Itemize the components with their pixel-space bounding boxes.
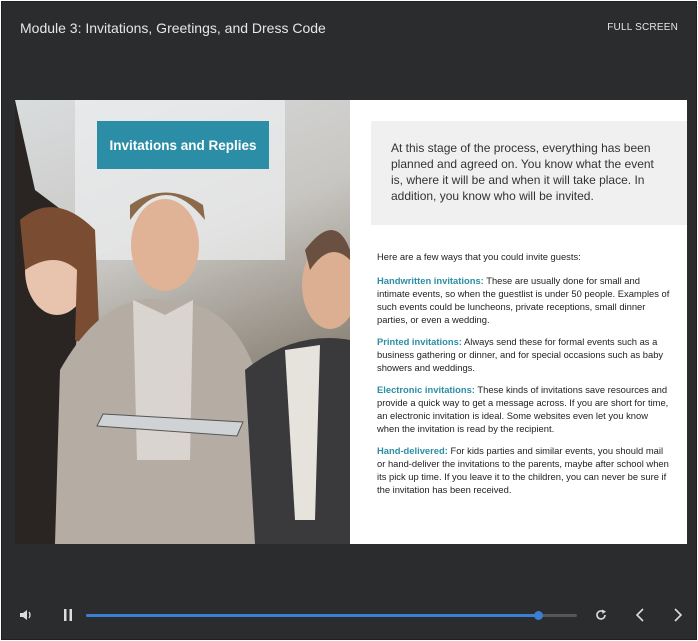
player-controls [2, 593, 696, 639]
fullscreen-button[interactable]: FULL SCREEN [607, 22, 678, 33]
player-frame: Module 3: Invitations, Greetings, and Dr… [1, 1, 697, 640]
list-item: Handwritten invitations: These are usual… [377, 274, 672, 326]
item-term: Electronic invitations: [377, 384, 475, 395]
chevron-right-icon[interactable] [668, 605, 688, 625]
progress-handle[interactable] [533, 611, 543, 620]
module-title: Module 3: Invitations, Greetings, and Dr… [20, 20, 326, 36]
item-term: Hand-delivered: [377, 445, 448, 456]
list-item: Electronic invitations: These kinds of i… [377, 383, 672, 435]
list-item: Printed invitations: Always send these f… [377, 335, 672, 374]
item-term: Handwritten invitations: [377, 275, 484, 286]
slide-title: Invitations and Replies [97, 121, 269, 169]
slide-photo: Invitations and Replies [15, 100, 350, 544]
speaker-icon[interactable] [16, 605, 36, 625]
list-item: Hand-delivered: For kids parties and sim… [377, 444, 672, 496]
progress-bar[interactable] [86, 611, 577, 620]
lead-text: Here are a few ways that you could invit… [377, 251, 581, 262]
intro-box: At this stage of the process, everything… [371, 121, 687, 225]
replay-icon[interactable] [591, 605, 611, 625]
progress-fill [86, 614, 538, 617]
slide-body: Here are a few ways that you could invit… [377, 250, 672, 505]
pause-icon[interactable] [58, 605, 78, 625]
chevron-left-icon[interactable] [630, 605, 650, 625]
slide: Invitations and Replies At this stage of… [15, 100, 687, 544]
item-term: Printed invitations: [377, 336, 462, 347]
